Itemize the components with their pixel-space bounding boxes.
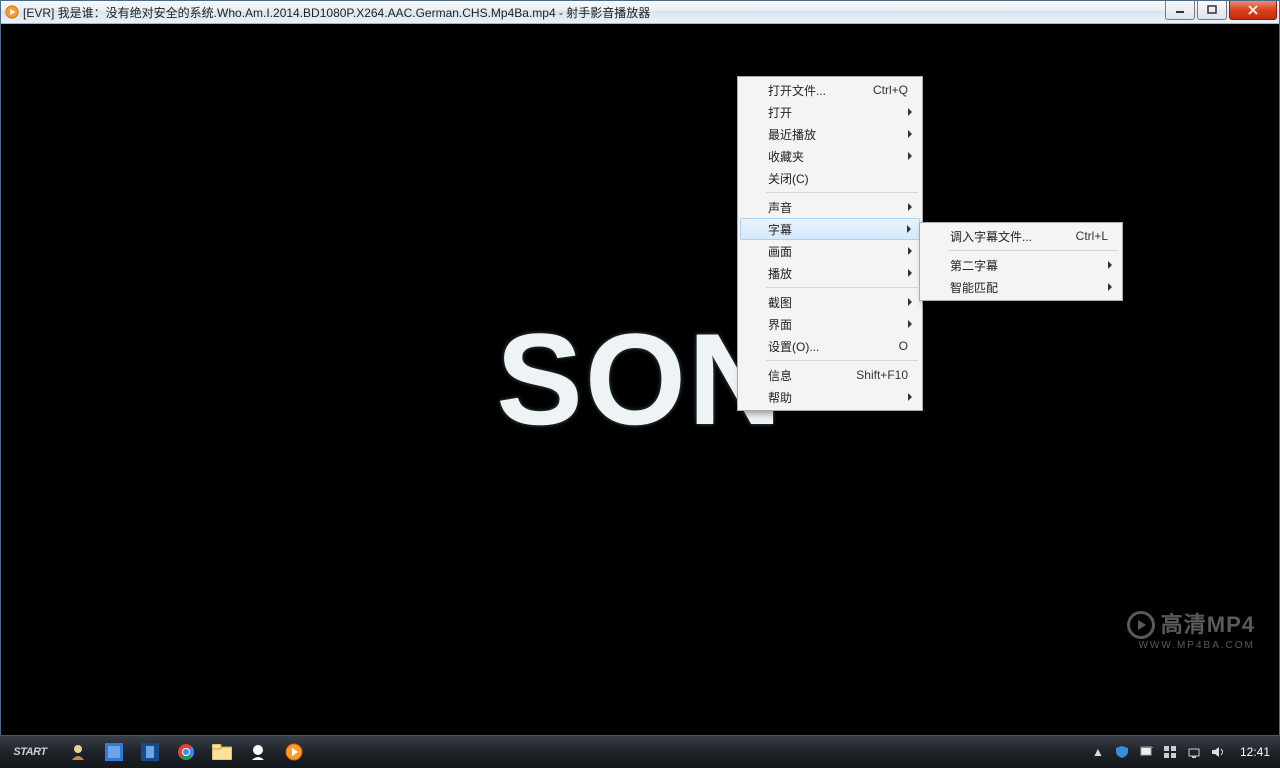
submenu-arrow-icon xyxy=(908,393,912,401)
menu-item[interactable]: 截图 xyxy=(740,291,920,313)
watermark-play-icon xyxy=(1127,611,1155,639)
close-button[interactable] xyxy=(1229,1,1277,20)
taskbar-app-2[interactable] xyxy=(97,738,131,766)
menu-separator xyxy=(766,192,918,193)
taskbar-app-6[interactable] xyxy=(241,738,275,766)
submenu-arrow-icon xyxy=(908,108,912,116)
taskbar-explorer-icon[interactable] xyxy=(205,738,239,766)
menu-item[interactable]: 播放 xyxy=(740,262,920,284)
submenu-arrow-icon xyxy=(1108,261,1112,269)
menu-item[interactable]: 设置(O)...O xyxy=(740,335,920,357)
tray-up-icon[interactable]: ▲ xyxy=(1090,744,1106,760)
tray-grid-icon[interactable] xyxy=(1162,744,1178,760)
context-submenu-subtitle[interactable]: 调入字幕文件...Ctrl+L 第二字幕智能匹配 xyxy=(919,222,1123,301)
app-icon xyxy=(5,5,19,19)
taskbar-app-3[interactable] xyxy=(133,738,167,766)
taskbar[interactable]: START ▲ 12:41 xyxy=(0,735,1280,768)
tray-flag-icon[interactable] xyxy=(1138,744,1154,760)
player-window: [EVR] 我是谁：没有绝对安全的系统.Who.Am.I.2014.BD1080… xyxy=(0,0,1280,736)
taskbar-player-icon[interactable] xyxy=(277,738,311,766)
menu-item[interactable]: 打开 xyxy=(740,101,920,123)
menu-item[interactable]: 界面 xyxy=(740,313,920,335)
menu-separator xyxy=(766,287,918,288)
tray-network-icon[interactable] xyxy=(1186,744,1202,760)
submenu-arrow-icon xyxy=(907,225,911,233)
titlebar[interactable]: [EVR] 我是谁：没有绝对安全的系统.Who.Am.I.2014.BD1080… xyxy=(1,1,1279,24)
menu-item[interactable]: 字幕 xyxy=(740,218,920,240)
menu-item[interactable]: 打开文件...Ctrl+Q xyxy=(740,79,920,101)
submenu-item[interactable]: 智能匹配 xyxy=(922,276,1120,298)
menu-separator xyxy=(948,250,1118,251)
watermark: 高清MP4 WWW.MP4BA.COM xyxy=(1127,611,1255,651)
submenu-arrow-icon xyxy=(908,320,912,328)
context-menu[interactable]: 打开文件...Ctrl+Q打开最近播放收藏夹关闭(C) 声音字幕画面播放截图界面设… xyxy=(737,76,923,411)
menu-item[interactable]: 画面 xyxy=(740,240,920,262)
watermark-text-1: 高清MP4 xyxy=(1161,614,1255,636)
menu-item[interactable]: 声音 xyxy=(740,196,920,218)
submenu-arrow-icon xyxy=(908,130,912,138)
taskbar-clock[interactable]: 12:41 xyxy=(1240,745,1270,759)
submenu-arrow-icon xyxy=(908,203,912,211)
menu-item[interactable]: 收藏夹 xyxy=(740,145,920,167)
window-title: [EVR] 我是谁：没有绝对安全的系统.Who.Am.I.2014.BD1080… xyxy=(23,4,650,21)
submenu-arrow-icon xyxy=(908,298,912,306)
menu-item[interactable]: 信息Shift+F10 xyxy=(740,364,920,386)
submenu-item[interactable]: 调入字幕文件...Ctrl+L xyxy=(922,225,1120,247)
menu-separator xyxy=(766,360,918,361)
menu-item[interactable]: 最近播放 xyxy=(740,123,920,145)
window-controls xyxy=(1165,1,1277,20)
submenu-arrow-icon xyxy=(908,247,912,255)
menu-item[interactable]: 关闭(C) xyxy=(740,167,920,189)
submenu-arrow-icon xyxy=(1108,283,1112,291)
video-area[interactable]: SON 高清MP4 WWW.MP4BA.COM xyxy=(7,29,1273,729)
watermark-text-2: WWW.MP4BA.COM xyxy=(1127,641,1255,651)
tray-shield-icon[interactable] xyxy=(1114,744,1130,760)
menu-item[interactable]: 帮助 xyxy=(740,386,920,408)
maximize-button[interactable] xyxy=(1197,1,1227,20)
taskbar-app-1[interactable] xyxy=(61,738,95,766)
submenu-arrow-icon xyxy=(908,269,912,277)
tray-volume-icon[interactable] xyxy=(1210,744,1226,760)
minimize-button[interactable] xyxy=(1165,1,1195,20)
submenu-arrow-icon xyxy=(908,152,912,160)
system-tray[interactable]: ▲ 12:41 xyxy=(1084,744,1280,760)
submenu-item[interactable]: 第二字幕 xyxy=(922,254,1120,276)
start-button[interactable]: START xyxy=(0,736,60,768)
taskbar-chrome-icon[interactable] xyxy=(169,738,203,766)
